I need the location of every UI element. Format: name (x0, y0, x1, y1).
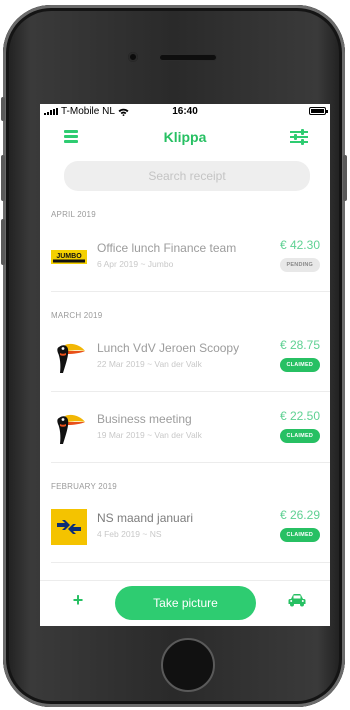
search-input[interactable] (64, 161, 310, 191)
status-time: 16:40 (172, 106, 198, 117)
plus-icon[interactable]: + (69, 591, 87, 609)
section-heading-april: APRIL 2019 (51, 210, 96, 219)
car-icon[interactable] (288, 593, 306, 607)
receipt-title: Lunch VdV Jeroen Scoopy (97, 341, 240, 355)
section-heading-march: MARCH 2019 (51, 311, 103, 320)
app-title: Klippa (163, 129, 207, 145)
take-picture-button[interactable]: Take picture (115, 586, 256, 620)
app-screen: T-Mobile NL 16:40 Klippa APRIL 2019 (40, 104, 330, 626)
receipt-row[interactable]: Business meeting 19 Mar 2019 ~ Van der V… (40, 393, 330, 463)
receipt-date-vendor: 4 Feb 2019 ~ NS (97, 529, 162, 539)
divider (51, 562, 330, 563)
receipt-date-vendor: 22 Mar 2019 ~ Van der Valk (97, 359, 202, 369)
receipt-title: Office lunch Finance team (97, 241, 237, 255)
section-heading-february: FEBRUARY 2019 (51, 482, 117, 491)
mute-switch (1, 97, 5, 121)
divider (51, 291, 330, 292)
home-button[interactable] (161, 638, 215, 692)
battery-icon (309, 107, 328, 115)
receipt-title: Business meeting (97, 412, 192, 426)
svg-text:JUMBO: JUMBO (56, 253, 82, 260)
receipt-title: NS maand januari (97, 511, 194, 525)
front-camera (128, 52, 138, 62)
receipt-amount: € 42.30 (279, 238, 320, 252)
receipt-amount: € 22.50 (279, 409, 320, 423)
receipt-date-vendor: 6 Apr 2019 ~ Jumbo (97, 259, 174, 269)
receipt-row[interactable]: NS maand januari 4 Feb 2019 ~ NS € 26.29… (40, 492, 330, 562)
receipt-amount: € 28.75 (279, 338, 320, 352)
divider (51, 391, 330, 392)
receipt-row[interactable]: JUMBO Office lunch Finance team 6 Apr 20… (40, 222, 330, 292)
jumbo-logo: JUMBO (51, 250, 87, 264)
volume-up-button (1, 155, 5, 201)
receipt-row[interactable]: Lunch VdV Jeroen Scoopy 22 Mar 2019 ~ Va… (40, 322, 330, 392)
status-badge: CLAIMED (279, 358, 320, 372)
status-badge: PENDING (279, 258, 320, 272)
status-badge: CLAIMED (279, 528, 320, 542)
van-der-valk-toucan-logo (57, 414, 85, 444)
app-header: Klippa (40, 124, 330, 152)
filter-sliders-icon[interactable] (290, 129, 308, 145)
receipt-date-vendor: 19 Mar 2019 ~ Van der Valk (97, 430, 202, 440)
ns-logo (51, 509, 87, 545)
van-der-valk-toucan-logo (57, 343, 85, 373)
earpiece-speaker (160, 55, 216, 60)
bottom-action-bar: + Take picture (40, 580, 330, 626)
status-badge: CLAIMED (279, 429, 320, 443)
receipt-amount: € 26.29 (279, 508, 320, 522)
volume-down-button (1, 219, 5, 265)
status-bar: T-Mobile NL 16:40 (40, 104, 330, 120)
divider (51, 462, 330, 463)
power-button (343, 155, 347, 201)
